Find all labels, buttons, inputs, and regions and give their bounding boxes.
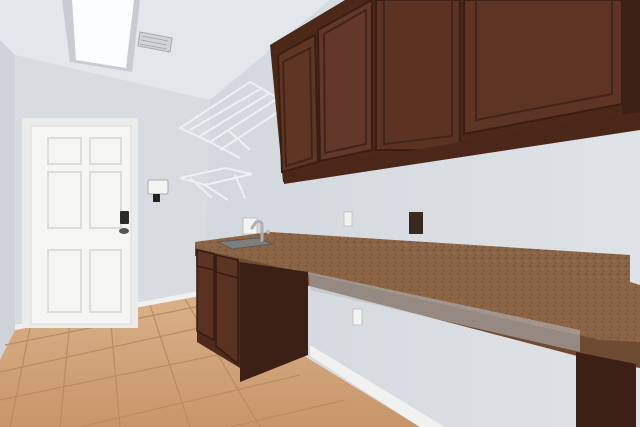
photo-canvas — [0, 0, 640, 427]
skylight-icon — [72, 0, 134, 68]
lower-outlet-icon — [352, 308, 363, 326]
door-handle-icon[interactable] — [119, 228, 129, 234]
thermostat-icon[interactable] — [147, 179, 169, 195]
cabinet-door-3[interactable] — [375, 0, 461, 151]
left-wall — [0, 40, 15, 360]
counter-support-leg — [576, 352, 636, 427]
lower-cabinet-drawer-2[interactable] — [196, 249, 215, 271]
outlet-icon — [343, 211, 353, 227]
dryer-outlet-icon — [409, 212, 423, 234]
door-lock-icon[interactable] — [120, 211, 129, 224]
laundry-room-photo — [0, 0, 640, 427]
control-box — [153, 194, 160, 202]
